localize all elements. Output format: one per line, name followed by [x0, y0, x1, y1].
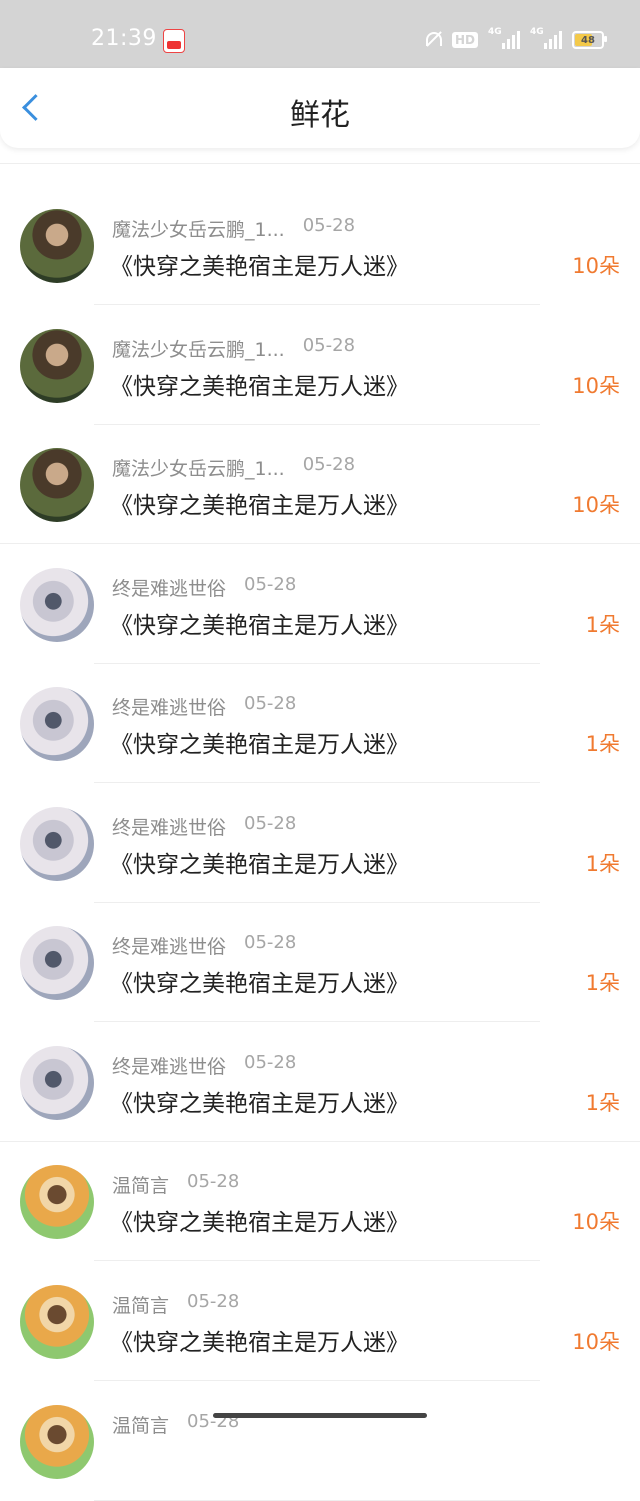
book-title[interactable]: 《快穿之美艳宿主是万人迷》 [110, 845, 409, 879]
status-time: 21:39 [91, 26, 157, 51]
status-icons: HD 4G 4G 48 [424, 27, 607, 52]
flower-count: 1朵 [585, 732, 620, 756]
nav-bar: 鲜花 [0, 68, 640, 148]
avatar[interactable] [20, 1165, 94, 1239]
divider [94, 782, 540, 783]
user-name[interactable]: 终是难逃世俗 [112, 932, 226, 959]
avatar[interactable] [20, 1046, 94, 1120]
divider [0, 163, 640, 164]
send-date: 05-28 [187, 1171, 240, 1192]
list-item[interactable]: 终是难逃世俗 05-28 《快穿之美艳宿主是万人迷》 1朵 [0, 784, 640, 903]
send-date: 05-28 [244, 574, 297, 595]
avatar[interactable] [20, 807, 94, 881]
flower-count: 10朵 [572, 1210, 620, 1234]
list-item[interactable]: 终是难逃世俗 05-28 《快穿之美艳宿主是万人迷》 1朵 [0, 903, 640, 1022]
divider [0, 543, 640, 544]
avatar[interactable] [20, 687, 94, 761]
user-name[interactable]: 终是难逃世俗 [112, 813, 226, 840]
send-date: 05-28 [244, 932, 297, 953]
avatar[interactable] [20, 568, 94, 642]
user-name[interactable]: 温简言 [112, 1411, 169, 1438]
avatar[interactable] [20, 209, 94, 283]
flower-count: 10朵 [572, 254, 620, 278]
divider [94, 1380, 540, 1381]
divider [94, 1021, 540, 1022]
user-name[interactable]: 终是难逃世俗 [112, 1052, 226, 1079]
book-title[interactable]: 《快穿之美艳宿主是万人迷》 [110, 964, 409, 998]
flower-count: 1朵 [585, 1091, 620, 1115]
bell-off-icon [424, 30, 442, 50]
status-bar: 21:39 HD 4G 4G 48 [0, 0, 640, 68]
flower-count: 1朵 [585, 613, 620, 637]
book-title[interactable]: 《快穿之美艳宿主是万人迷》 [110, 1084, 409, 1118]
book-title[interactable]: 《快穿之美艳宿主是万人迷》 [110, 1323, 409, 1357]
user-name[interactable]: 温简言 [112, 1291, 169, 1318]
list-item[interactable]: 终是难逃世俗 05-28 《快穿之美艳宿主是万人迷》 1朵 [0, 664, 640, 783]
flower-count: 10朵 [572, 493, 620, 517]
book-title[interactable]: 《快穿之美艳宿主是万人迷》 [110, 606, 409, 640]
avatar[interactable] [20, 448, 94, 522]
user-name[interactable]: 温简言 [112, 1171, 169, 1198]
hd-icon: HD [451, 32, 478, 48]
list-item[interactable]: 终是难逃世俗 05-28 《快穿之美艳宿主是万人迷》 1朵 [0, 545, 640, 664]
book-title[interactable]: 《快穿之美艳宿主是万人迷》 [110, 486, 409, 520]
home-indicator[interactable] [213, 1413, 427, 1418]
send-date: 05-28 [244, 1052, 297, 1073]
list-item[interactable]: 魔法少女岳云鹏_1... 05-28 《快穿之美艳宿主是万人迷》 10朵 [0, 186, 640, 305]
divider [94, 304, 540, 305]
list-item[interactable]: 温简言 05-28 《快穿之美艳宿主是万人迷》 10朵 [0, 1262, 640, 1381]
flower-count: 10朵 [572, 1330, 620, 1354]
user-name[interactable]: 魔法少女岳云鹏_1... [112, 454, 285, 481]
send-date: 05-28 [187, 1291, 240, 1312]
battery-level: 48 [581, 34, 595, 46]
list-item[interactable]: 温简言 05-28 《快穿之美艳宿主是万人迷》 10朵 [0, 1142, 640, 1261]
signal-label: 4G [488, 27, 502, 37]
avatar[interactable] [20, 1405, 94, 1479]
send-date: 05-28 [302, 215, 356, 236]
send-date: 05-28 [244, 693, 297, 714]
send-date: 05-28 [244, 813, 297, 834]
avatar[interactable] [20, 1285, 94, 1359]
user-name[interactable]: 终是难逃世俗 [112, 693, 226, 720]
page-title: 鲜花 [290, 98, 350, 133]
flower-count: 1朵 [585, 971, 620, 995]
user-name[interactable]: 魔法少女岳云鹏_1... [112, 215, 285, 242]
avatar[interactable] [20, 329, 94, 403]
book-title[interactable]: 《快穿之美艳宿主是万人迷》 [110, 725, 409, 759]
list-item[interactable]: 温简言 05-28 [0, 1382, 640, 1501]
flower-count: 1朵 [585, 852, 620, 876]
flower-count: 10朵 [572, 374, 620, 398]
signal-icon: 4G [530, 27, 562, 49]
user-name[interactable]: 终是难逃世俗 [112, 574, 226, 601]
signal-label: 4G [530, 27, 544, 37]
send-date: 05-28 [302, 454, 356, 475]
user-name[interactable]: 魔法少女岳云鹏_1... [112, 335, 285, 362]
book-title[interactable]: 《快穿之美艳宿主是万人迷》 [110, 367, 409, 401]
avatar[interactable] [20, 926, 94, 1000]
signal-icon: 4G [488, 27, 520, 49]
list-item[interactable]: 魔法少女岳云鹏_1... 05-28 《快穿之美艳宿主是万人迷》 10朵 [0, 306, 640, 425]
list-item[interactable]: 魔法少女岳云鹏_1... 05-28 《快穿之美艳宿主是万人迷》 10朵 [0, 425, 640, 544]
book-title[interactable]: 《快穿之美艳宿主是万人迷》 [110, 247, 409, 281]
battery-icon: 48 [572, 31, 607, 49]
list-item[interactable]: 终是难逃世俗 05-28 《快穿之美艳宿主是万人迷》 1朵 [0, 1023, 640, 1142]
divider [94, 1260, 540, 1261]
send-date: 05-28 [302, 335, 356, 356]
book-title[interactable]: 《快穿之美艳宿主是万人迷》 [110, 1203, 409, 1237]
app-notification-icon [163, 29, 185, 53]
